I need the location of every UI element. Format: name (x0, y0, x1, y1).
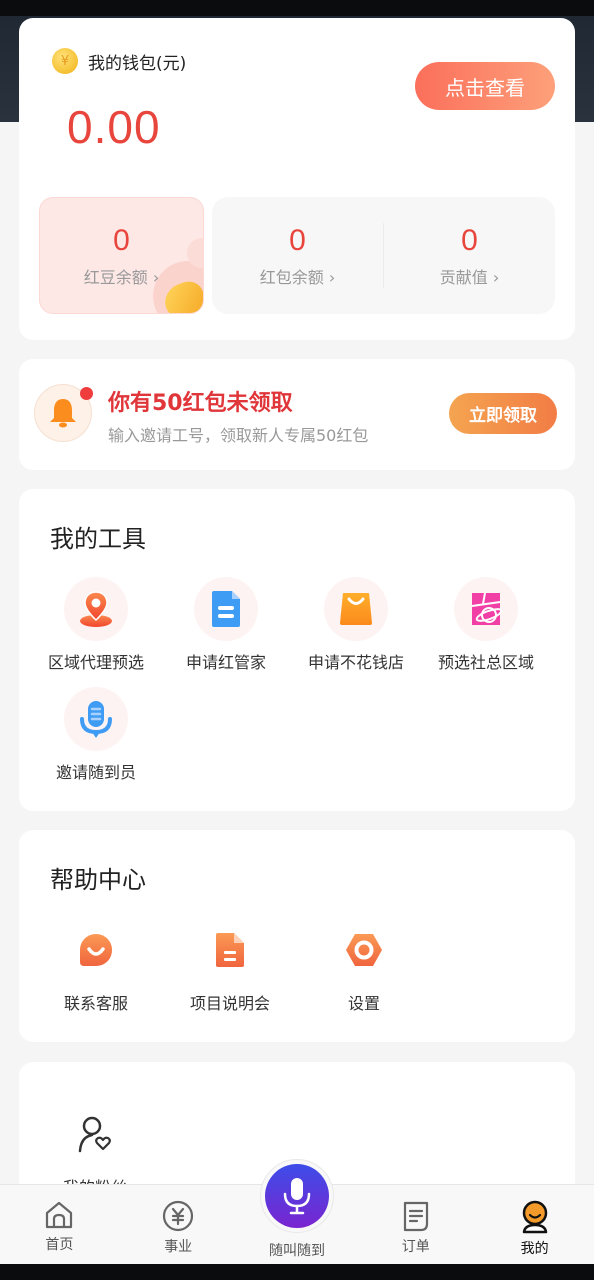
red-packet-value: 0 (289, 223, 306, 257)
tool-item-apply-shop[interactable]: 申请不花钱店 (291, 577, 421, 687)
my-tools-card: 我的工具 区域代理预选 申请红管家 申请不花钱店 预选社总区域 邀请随到员 (19, 489, 575, 811)
chat-smile-icon (64, 918, 128, 982)
help-item-project-briefing[interactable]: 项目说明会 (163, 918, 297, 1028)
nav-label: 事业 (164, 1239, 193, 1255)
nav-item-orders[interactable]: 订单 (356, 1185, 475, 1264)
yen-circle-icon (163, 1200, 194, 1232)
contribution-number: 0 (461, 223, 478, 257)
home-icon (46, 1201, 73, 1229)
nav-item-career[interactable]: 事业 (119, 1185, 238, 1264)
nav-item-home[interactable]: 首页 (0, 1185, 119, 1264)
tool-label: 区域代理预选 (47, 653, 144, 672)
file-icon (198, 918, 262, 982)
help-item-customer-service[interactable]: 联系客服 (29, 918, 163, 1028)
bell-icon (34, 384, 93, 442)
tool-item-invite-staff[interactable]: 邀请随到员 (31, 687, 161, 797)
help-label: 联系客服 (63, 994, 128, 1013)
bottom-nav: 首页 事业 随叫随到 订单 我的 (0, 1159, 594, 1264)
red-packet-label: 红包余额 › (259, 267, 336, 287)
shopping-bag-icon (324, 577, 388, 641)
help-label: 设置 (347, 994, 380, 1013)
planet-map-icon (454, 577, 518, 641)
coin-icon: ¥ (52, 48, 78, 74)
red-bean-label: 红豆余额 › (83, 267, 160, 287)
tool-label: 预选社总区域 (437, 653, 534, 672)
help-item-settings[interactable]: 设置 (297, 918, 431, 1028)
invite-title: 你有50红包未领取 (108, 391, 293, 416)
tool-label: 申请不花钱店 (307, 653, 404, 672)
document-icon (194, 577, 258, 641)
nav-label: 随叫随到 (268, 1243, 325, 1259)
contribution-value[interactable]: 0 贡献值 › (384, 197, 555, 314)
tool-item-region-agent[interactable]: 区域代理预选 (31, 577, 161, 687)
nav-label: 我的 (520, 1241, 549, 1257)
tool-item-apply-manager[interactable]: 申请红管家 (161, 577, 291, 687)
red-bean-balance-card[interactable]: 0 红豆余额 › (39, 197, 204, 314)
red-bean-value: 0 (113, 223, 130, 257)
settings-hexagon-icon (332, 918, 396, 982)
wallet-title-text: 我的钱包(元) (88, 53, 187, 74)
location-person-icon (64, 577, 128, 641)
wallet-amount: 0.00 (67, 101, 161, 153)
invite-subtitle: 输入邀请工号，领取新人专属50红包 (108, 426, 369, 445)
claim-now-button[interactable]: 立即领取 (449, 393, 557, 434)
nav-item-mine[interactable]: 我的 (475, 1185, 594, 1264)
order-list-icon (403, 1201, 428, 1232)
status-bar (0, 0, 594, 16)
contribution-label: 贡献值 › (439, 267, 500, 287)
mic-button-ring (259, 1159, 334, 1233)
tool-label: 邀请随到员 (55, 763, 136, 782)
wallet-title: ¥ 我的钱包(元) (52, 48, 186, 74)
section-title: 帮助中心 (50, 866, 146, 894)
invite-banner: 你有50红包未领取 输入邀请工号，领取新人专属50红包 立即领取 (19, 359, 575, 470)
red-packet-balance[interactable]: 0 红包余额 › (212, 197, 383, 314)
tool-item-preselect-region[interactable]: 预选社总区域 (421, 577, 551, 687)
nav-label: 首页 (45, 1237, 74, 1253)
tool-label: 申请红管家 (185, 653, 266, 672)
mic-button[interactable] (264, 1164, 329, 1228)
help-grid: 联系客服 项目说明会 设置 (19, 918, 575, 1028)
user-heart-icon (63, 1102, 127, 1166)
wallet-card: ¥ 我的钱包(元) 0.00 点击查看 0 红豆余额 › 0 红包余额 › 0 … (19, 18, 575, 340)
microphone-icon (64, 687, 128, 751)
help-label: 项目说明会 (189, 994, 270, 1013)
view-wallet-button[interactable]: 点击查看 (415, 62, 555, 110)
section-title: 我的工具 (50, 525, 146, 553)
tools-grid: 区域代理预选 申请红管家 申请不花钱店 预选社总区域 邀请随到员 (19, 577, 575, 797)
help-center-card: 帮助中心 联系客服 项目说明会 设置 (19, 830, 575, 1042)
nav-label: 订单 (401, 1239, 430, 1255)
nav-item-on-call[interactable]: 随叫随到 (238, 1159, 357, 1264)
microphone-icon (283, 1178, 311, 1215)
balance-stats-group: 0 红包余额 › 0 贡献值 › (212, 197, 555, 314)
profile-icon (522, 1200, 547, 1234)
notification-dot (80, 387, 93, 400)
system-navigation-bar (0, 1264, 594, 1280)
